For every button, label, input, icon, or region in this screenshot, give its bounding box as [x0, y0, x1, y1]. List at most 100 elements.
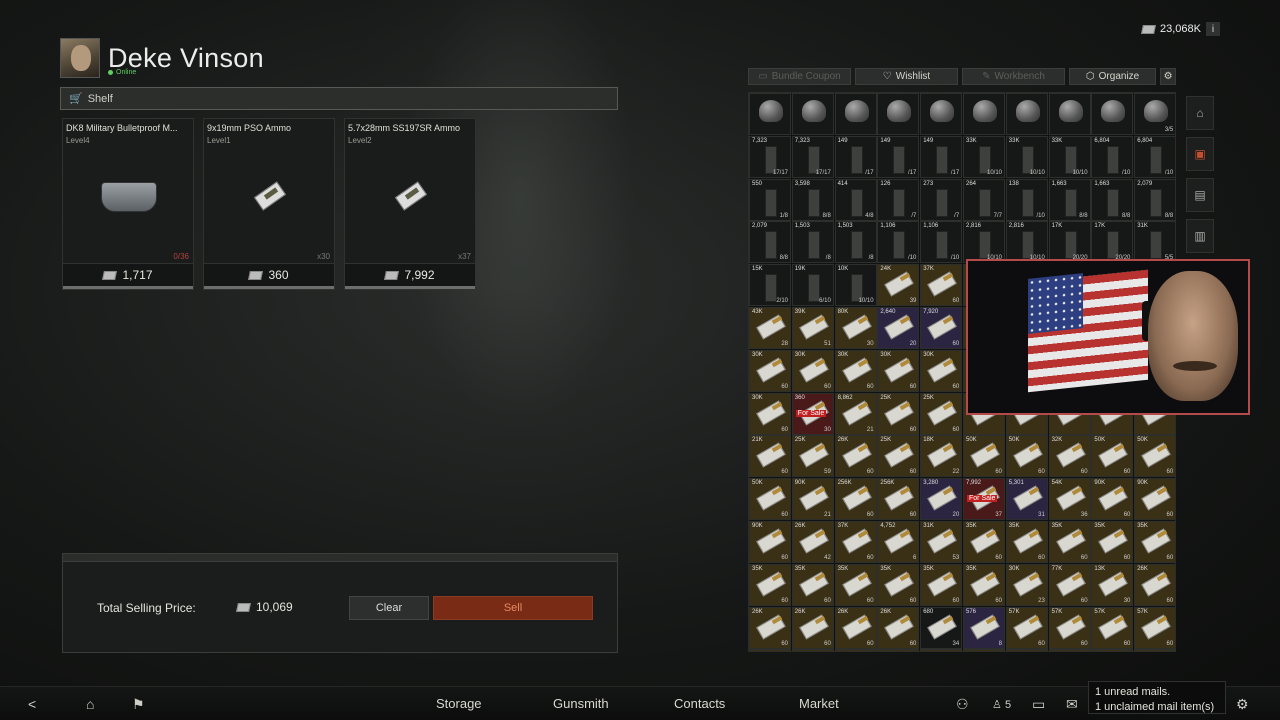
- stash-item-cell[interactable]: 26K 60: [1134, 563, 1175, 606]
- organize-button[interactable]: ⬡ Organize: [1069, 68, 1157, 85]
- stash-tab-box-icon[interactable]: ▥: [1186, 219, 1214, 253]
- stash-item-cell[interactable]: 35K 60: [1134, 521, 1175, 563]
- stash-item-cell[interactable]: 80K 30: [834, 307, 877, 349]
- stash-item-cell[interactable]: 57K: [834, 649, 877, 651]
- stash-item-cell[interactable]: 50K 60: [1134, 435, 1175, 478]
- squad-icon[interactable]: ⚇: [956, 696, 969, 713]
- stash-item-cell[interactable]: 30K 60: [749, 349, 791, 392]
- stash-item-cell[interactable]: 50K 60: [1005, 435, 1048, 478]
- stash-item-cell[interactable]: 30K 60: [834, 349, 877, 392]
- stash-item-cell[interactable]: 3/5: [1134, 93, 1175, 135]
- stash-item-cell[interactable]: 26K 60: [834, 435, 877, 478]
- stash-item-cell[interactable]: 138/10: [1005, 178, 1048, 221]
- stash-item-cell[interactable]: 680 34: [920, 606, 963, 649]
- stash-item-cell[interactable]: 25K 59: [791, 435, 834, 478]
- stash-item-cell[interactable]: 149/17: [920, 135, 963, 178]
- stash-item-cell[interactable]: 39K 51: [791, 307, 834, 349]
- stash-item-cell[interactable]: 35K 60: [1005, 521, 1048, 563]
- shelf-item[interactable]: DK8 Military Bulletproof M... Level4 0/3…: [62, 118, 194, 290]
- stash-item-cell[interactable]: 50K 60: [963, 435, 1005, 478]
- stash-item-cell[interactable]: [749, 93, 791, 135]
- stash-item-cell[interactable]: 5,301 31: [1005, 478, 1048, 521]
- stash-item-cell[interactable]: [1005, 93, 1048, 135]
- stash-item-cell[interactable]: 25K 60: [877, 435, 920, 478]
- stash-item-cell[interactable]: 33K 10/10: [1048, 135, 1091, 178]
- stash-item-cell[interactable]: 57K 60: [1134, 606, 1175, 649]
- stash-item-cell[interactable]: 550 1/8: [749, 178, 791, 221]
- stash-item-cell[interactable]: 57K: [877, 649, 920, 651]
- stash-item-cell[interactable]: 7,323 17/17: [791, 135, 834, 178]
- stash-item-cell[interactable]: 90K 60: [1134, 478, 1175, 521]
- stash-item-cell[interactable]: 31K 53: [920, 521, 963, 563]
- stash-item-cell[interactable]: 50K 60: [1091, 435, 1134, 478]
- stash-item-cell[interactable]: 2,81610/10: [1005, 221, 1048, 264]
- stash-item-cell[interactable]: 57K: [920, 649, 963, 651]
- stash-item-cell[interactable]: [1048, 93, 1091, 135]
- stash-item-cell[interactable]: 19K 6/10: [791, 264, 834, 307]
- flag-icon[interactable]: ⚑: [132, 696, 145, 713]
- bundle-coupon-button[interactable]: ▭ Bundle Coupon: [748, 68, 851, 85]
- back-arrow-icon[interactable]: <: [28, 696, 36, 712]
- stash-item-cell[interactable]: 54K 36: [1048, 478, 1091, 521]
- stash-item-cell[interactable]: 18K 22: [920, 435, 963, 478]
- stash-item-cell[interactable]: 360 30 For Sale: [791, 392, 834, 435]
- stash-item-cell[interactable]: 17K20/20: [1048, 221, 1091, 264]
- nav-gunsmith[interactable]: Gunsmith: [553, 696, 609, 711]
- nav-storage[interactable]: Storage: [436, 696, 482, 711]
- stash-item-cell[interactable]: 1,663 8/8: [1048, 178, 1091, 221]
- stash-item-cell[interactable]: 3,598 8/8: [791, 178, 834, 221]
- stash-item-cell[interactable]: 57K: [1048, 649, 1091, 651]
- stash-item-cell[interactable]: 30K 60: [920, 349, 963, 392]
- stash-item-cell[interactable]: 149/17: [877, 135, 920, 178]
- stash-item-cell[interactable]: 7,992 37 For Sale: [963, 478, 1005, 521]
- stash-item-cell[interactable]: 10K 10/10: [834, 264, 877, 307]
- stash-item-cell[interactable]: 57K: [791, 649, 834, 651]
- stash-item-cell[interactable]: 264 7/7: [963, 178, 1005, 221]
- stash-item-cell[interactable]: 22K: [1134, 649, 1175, 651]
- stash-item-cell[interactable]: 35K 60: [834, 563, 877, 606]
- stash-item-cell[interactable]: 2,079 8/8: [749, 221, 791, 264]
- nav-contacts[interactable]: Contacts: [674, 696, 725, 711]
- stash-item-cell[interactable]: 256K 60: [877, 478, 920, 521]
- stash-item-cell[interactable]: 2,640 20: [877, 307, 920, 349]
- chat-icon[interactable]: ▭: [1032, 696, 1045, 713]
- stash-item-cell[interactable]: 25K 60: [920, 392, 963, 435]
- nav-market[interactable]: Market: [799, 696, 839, 711]
- stash-item-cell[interactable]: 90K 60: [749, 521, 791, 563]
- stash-item-cell[interactable]: 2,079 8/8: [1134, 178, 1175, 221]
- stash-item-cell[interactable]: 35K 60: [963, 563, 1005, 606]
- shelf-item[interactable]: 5.7x28mm SS197SR Ammo Level2 x37 7,992: [344, 118, 476, 290]
- stash-item-cell[interactable]: 30K 23: [1005, 563, 1048, 606]
- shelf-item[interactable]: 9x19mm PSO Ammo Level1 x30 360: [203, 118, 335, 290]
- stash-item-cell[interactable]: 8,862 21: [834, 392, 877, 435]
- stash-item-cell[interactable]: 15K 2/10: [749, 264, 791, 307]
- stash-item-cell[interactable]: 30K 60: [791, 349, 834, 392]
- stash-item-cell[interactable]: 30K 60: [877, 349, 920, 392]
- clear-button[interactable]: Clear: [349, 596, 429, 620]
- stash-item-cell[interactable]: 35K 60: [920, 563, 963, 606]
- stash-item-cell[interactable]: 26K 60: [791, 606, 834, 649]
- mail-icon[interactable]: ✉: [1066, 696, 1078, 713]
- stash-item-cell[interactable]: 26K 60: [749, 606, 791, 649]
- home-icon[interactable]: ⌂: [86, 696, 94, 712]
- stash-item-cell[interactable]: 33K 10/10: [963, 135, 1005, 178]
- stash-item-cell[interactable]: 7,920 60: [920, 307, 963, 349]
- stash-item-cell[interactable]: 576 8: [963, 606, 1005, 649]
- stash-item-cell[interactable]: 273/7: [920, 178, 963, 221]
- stash-item-cell[interactable]: 4,752 6: [877, 521, 920, 563]
- stash-item-cell[interactable]: 6,804/10: [1091, 135, 1134, 178]
- stash-item-cell[interactable]: 2,81610/10: [963, 221, 1005, 264]
- stash-item-cell[interactable]: 26K 42: [791, 521, 834, 563]
- stash-item-cell[interactable]: 35K 60: [791, 563, 834, 606]
- stash-item-cell[interactable]: 37K 60: [834, 521, 877, 563]
- stash-item-cell[interactable]: 30K 60: [749, 392, 791, 435]
- stash-item-cell[interactable]: 37K 60: [920, 264, 963, 307]
- stash-item-cell[interactable]: 57K 60: [1091, 606, 1134, 649]
- settings-gear-icon[interactable]: ⚙: [1236, 696, 1249, 713]
- stash-item-cell[interactable]: 77K 60: [1048, 563, 1091, 606]
- stash-item-cell[interactable]: 35K 60: [963, 521, 1005, 563]
- stash-item-cell[interactable]: 57K 60: [1048, 606, 1091, 649]
- friends-count[interactable]: ♙ 5: [992, 698, 1011, 711]
- stash-item-cell[interactable]: 43K 28: [749, 307, 791, 349]
- stash-item-cell[interactable]: [877, 93, 920, 135]
